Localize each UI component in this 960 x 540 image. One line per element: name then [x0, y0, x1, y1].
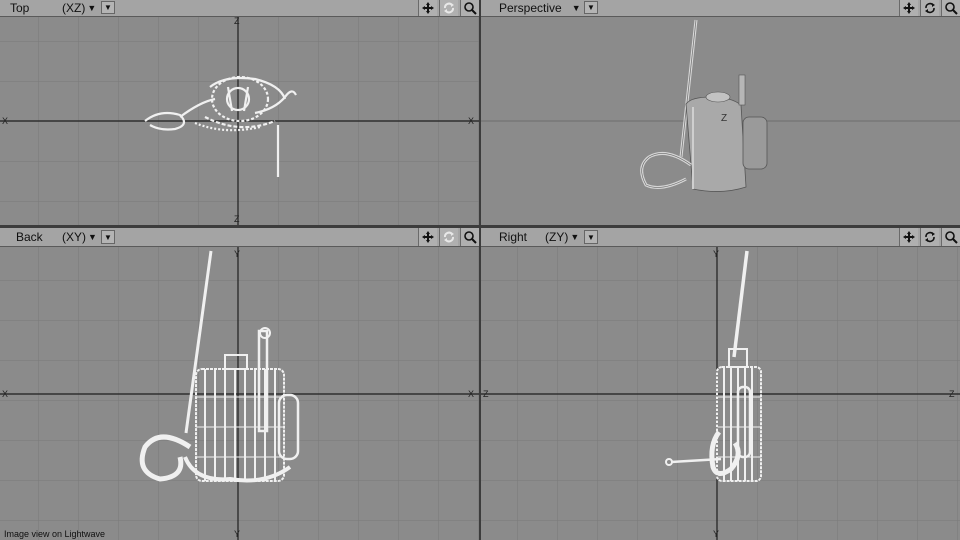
axis-label-right: Z	[949, 389, 955, 399]
view-name-label: Perspective	[499, 1, 562, 15]
zoom-icon	[945, 231, 958, 244]
chevron-down-icon: ▼	[587, 232, 595, 242]
dropdown-arrow-icon: ▼	[570, 232, 580, 242]
rotate-icon	[444, 2, 454, 14]
zoom-view-button[interactable]	[460, 0, 479, 16]
viewport-back[interactable]: Back (XY) ▼ ▼ Y Y X X	[0, 228, 479, 540]
axis-label-left: Z	[483, 389, 489, 399]
view-mode-label: (XZ)	[62, 1, 86, 15]
move-view-button[interactable]	[899, 0, 918, 16]
move-icon	[422, 2, 434, 14]
zoom-icon	[464, 2, 477, 15]
viewport-canvas[interactable]: Z	[481, 17, 960, 225]
viewport-menu-button[interactable]: ▼	[101, 230, 115, 244]
zoom-view-button[interactable]	[941, 228, 960, 246]
axis-label-top: Y	[234, 249, 240, 259]
zoom-view-button[interactable]	[460, 228, 479, 246]
view-mode-label: (ZY)	[545, 230, 569, 244]
chevron-down-icon: ▼	[587, 3, 595, 12]
rotate-view-button[interactable]	[439, 228, 458, 246]
view-name-label: Top	[10, 1, 30, 15]
axis-label-bottom: Z	[234, 214, 240, 224]
viewport-menu-button[interactable]: ▼	[584, 1, 598, 14]
viewport-canvas[interactable]: Y Y X X	[0, 247, 479, 540]
axis-label-right: X	[468, 116, 474, 126]
viewport-header: Perspective ▼ ▼	[481, 0, 960, 17]
chevron-down-icon: ▼	[104, 3, 112, 12]
viewport-right[interactable]: Right (ZY) ▼ ▼ Y Y Z Z	[481, 228, 960, 540]
move-icon	[903, 2, 915, 14]
view-name-dropdown[interactable]: Perspective ▼	[499, 0, 581, 16]
view-mode-label: (XY)	[62, 230, 86, 244]
view-mode-dropdown[interactable]: (XZ) ▼	[62, 0, 96, 16]
view-mode-dropdown[interactable]: (ZY) ▼	[545, 228, 579, 246]
view-name-label: Back	[16, 230, 43, 244]
viewport-menu-button[interactable]: ▼	[101, 1, 115, 14]
zoom-icon	[945, 2, 958, 15]
axis-label-left: X	[2, 116, 8, 126]
move-view-button[interactable]	[418, 0, 437, 16]
viewport-header: Back (XY) ▼ ▼	[0, 228, 479, 247]
zoom-view-button[interactable]	[941, 0, 960, 16]
rotate-view-button[interactable]	[920, 0, 939, 16]
viewport-canvas[interactable]: Y Y Z Z	[481, 247, 960, 540]
svg-text:Z: Z	[721, 113, 727, 124]
caption-text: Image view on Lightwave	[4, 529, 106, 539]
axis-label-bottom: Y	[234, 529, 240, 539]
axis-label-left: X	[2, 389, 8, 399]
axis-label-bottom: Y	[713, 529, 719, 539]
move-view-button[interactable]	[899, 228, 918, 246]
view-name-dropdown[interactable]: Top	[10, 0, 29, 16]
rotate-view-button[interactable]	[439, 0, 458, 16]
axis-label-top: Y	[713, 249, 719, 259]
rotate-icon	[444, 231, 454, 243]
viewport-header: Top (XZ) ▼ ▼	[0, 0, 479, 17]
viewport-canvas[interactable]: Z Z X X	[0, 17, 479, 225]
rotate-view-button[interactable]	[920, 228, 939, 246]
top-scene: Z Z X X	[0, 17, 479, 225]
view-name-dropdown[interactable]: Right	[499, 228, 527, 246]
view-name-dropdown[interactable]: Back	[16, 228, 43, 246]
right-scene: Y Y Z Z	[481, 247, 960, 540]
move-icon	[422, 231, 434, 243]
move-view-button[interactable]	[418, 228, 437, 246]
view-name-label: Right	[499, 230, 528, 244]
back-scene: Y Y X X	[0, 247, 479, 540]
viewport-menu-button[interactable]: ▼	[584, 230, 598, 244]
viewport-header: Right (ZY) ▼ ▼	[481, 228, 960, 247]
axis-label-right: X	[468, 389, 474, 399]
perspective-scene: Z	[481, 17, 960, 225]
move-icon	[903, 231, 915, 243]
rotate-icon	[925, 2, 935, 14]
dropdown-arrow-icon: ▼	[88, 232, 97, 242]
rotate-icon	[925, 231, 935, 243]
axis-label-top: Z	[234, 17, 240, 26]
dropdown-arrow-icon: ▼	[571, 3, 581, 13]
view-mode-dropdown[interactable]: (XY) ▼	[62, 228, 97, 246]
viewport-perspective[interactable]: Perspective ▼ ▼ Z	[481, 0, 960, 225]
chevron-down-icon: ▼	[104, 232, 112, 242]
dropdown-arrow-icon: ▼	[87, 3, 97, 13]
zoom-icon	[464, 231, 477, 244]
viewport-top[interactable]: Top (XZ) ▼ ▼ Z Z X X	[0, 0, 479, 225]
